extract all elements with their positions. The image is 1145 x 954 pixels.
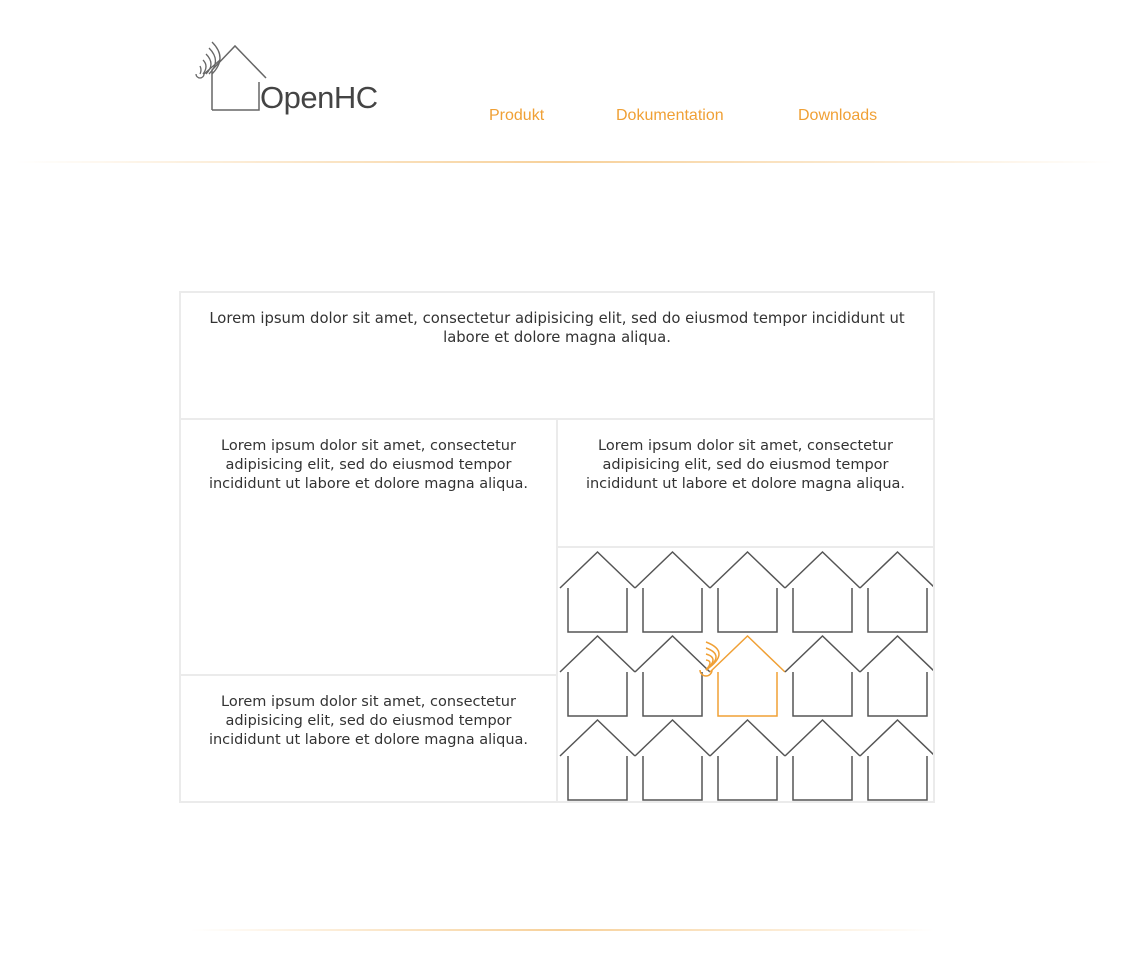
house-icon	[859, 718, 933, 757]
house-icon	[642, 588, 703, 633]
footer-divider	[190, 929, 935, 931]
house-wifi-icon	[717, 672, 778, 717]
house-icon	[792, 588, 853, 633]
house-icon	[642, 756, 703, 801]
logo[interactable]: OpenHC	[190, 30, 385, 122]
content-text: Lorem ipsum dolor sit amet, consectetur …	[209, 310, 905, 346]
content-text: Lorem ipsum dolor sit amet, consectetur …	[585, 438, 906, 492]
house-icon	[867, 672, 928, 717]
house-icon	[559, 718, 636, 757]
house-icon	[634, 718, 711, 757]
nav-produkt[interactable]: Produkt	[489, 107, 544, 125]
house-icon	[784, 634, 861, 673]
house-pattern-panel	[556, 546, 935, 803]
content-box-top: Lorem ipsum dolor sit amet, consectetur …	[179, 291, 935, 420]
house-wifi-icon	[709, 634, 786, 673]
content-box-bottom-left: Lorem ipsum dolor sit amet, consectetur …	[179, 674, 558, 803]
house-icon	[567, 756, 628, 801]
header-divider	[15, 161, 1115, 163]
house-pattern	[559, 550, 933, 801]
house-wifi-icon	[195, 41, 267, 111]
content-box-left: Lorem ipsum dolor sit amet, consectetur …	[179, 418, 558, 676]
house-icon	[717, 588, 778, 633]
house-icon	[709, 718, 786, 757]
house-icon	[567, 588, 628, 633]
house-icon	[792, 672, 853, 717]
house-icon	[792, 756, 853, 801]
house-icon	[784, 718, 861, 757]
house-icon	[567, 672, 628, 717]
nav-downloads[interactable]: Downloads	[798, 107, 877, 125]
content-text: Lorem ipsum dolor sit amet, consectetur …	[208, 694, 529, 748]
nav-dokumentation[interactable]: Dokumentation	[616, 107, 724, 125]
house-icon	[634, 550, 711, 589]
brand-name: OpenHC	[260, 80, 378, 115]
content-box-right: Lorem ipsum dolor sit amet, consectetur …	[556, 418, 935, 548]
house-icon	[717, 756, 778, 801]
house-icon	[867, 588, 928, 633]
house-icon	[709, 550, 786, 589]
house-icon	[642, 672, 703, 717]
content-text: Lorem ipsum dolor sit amet, consectetur …	[208, 438, 529, 492]
house-icon	[784, 550, 861, 589]
house-icon	[867, 756, 928, 801]
house-icon	[859, 550, 933, 589]
house-icon	[559, 634, 636, 673]
house-icon	[859, 634, 933, 673]
house-icon	[559, 550, 636, 589]
house-icon	[634, 634, 711, 673]
